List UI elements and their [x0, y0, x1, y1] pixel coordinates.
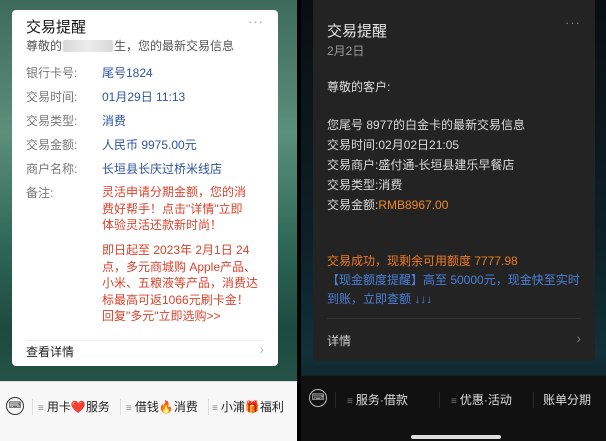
menu-label: 账单分期 [543, 393, 592, 407]
menu-label: 借钱 [134, 400, 159, 414]
bottom-menu-bar: ⌨ ≡ 用卡❤️服务 ≡ 借钱🔥消费 ≡ 小浦🎁福利 [0, 381, 297, 441]
note-line: 即日起至 2023年 2月1日 24 [102, 243, 250, 257]
card-divider [26, 340, 264, 341]
field-value: 01月29日 11:13 [102, 90, 186, 104]
view-details-link[interactable]: 查看详情 [26, 343, 74, 360]
promo-link[interactable]: 【现金额度提醒】高至 50000元，现金快至实时到账，立即查额 ↓↓↓ [327, 271, 583, 309]
line-label: 交易金额: [327, 198, 379, 212]
menu-lines-icon: ≡ [212, 403, 218, 414]
field-label: 银行卡号: [26, 66, 78, 80]
bottom-menu-bar: ⌨ ≡ 服务·借款 ≡ 优惠·活动 账单分期 [301, 375, 606, 441]
field-note-label: 备注: [26, 184, 102, 201]
fire-icon: 🔥 [158, 400, 174, 414]
menu-service-loan[interactable]: ≡ 服务·借款 [347, 391, 408, 408]
gift-icon: 🎁 [244, 400, 260, 414]
menu-lines-icon: ≡ [126, 403, 132, 414]
note-line: 标最高可返1066元刷卡金！ [102, 292, 249, 307]
menu-separator [208, 399, 209, 415]
line-value: 消费 [378, 178, 403, 192]
transaction-alert-card[interactable]: 交易提醒 ··· 尊敬的 生，您的最新交易信息 银行卡号: 尾号1824 交易时间:… [12, 10, 278, 366]
menu-label: 优惠·活动 [459, 393, 512, 407]
line-value: 盛付通-长垣县建乐早餐店 [378, 158, 515, 172]
menu-separator [439, 392, 440, 408]
keyboard-icon[interactable]: ⌨ [309, 389, 327, 407]
menu-lines-icon: ≡ [347, 396, 353, 407]
menu-separator [32, 399, 33, 415]
line-type: 交易类型:消费 [327, 176, 402, 193]
note-line: 点，多元商城购 Apple产品、 [102, 259, 257, 274]
menu-label-suffix: 服务 [85, 400, 110, 414]
menu-label-suffix: 消费 [173, 400, 198, 414]
line-label: 交易商户: [327, 158, 379, 172]
field-label: 交易类型: [26, 114, 78, 128]
card-divider [327, 318, 581, 319]
field-amount: 交易金额: 人民币 9975.00元 [26, 136, 197, 153]
greeting: 尊敬的 生，您的最新交易信息 [26, 37, 234, 54]
note-paragraph-2[interactable]: 即日起至 2023年 2月1日 24 点，多元商城购 Apple产品、 小米、五… [102, 242, 272, 325]
card-title: 交易提醒 [327, 23, 388, 40]
line-label: 交易类型: [327, 178, 379, 192]
field-card-number: 银行卡号: 尾号1824 [26, 64, 153, 81]
left-chat-screen: 交易提醒 ··· 尊敬的 生，您的最新交易信息 银行卡号: 尾号1824 交易时间:… [0, 0, 297, 441]
success-status: 交易成功，现剩余可用额度 7777.98 [327, 254, 518, 268]
field-value: 人民币 9975.00元 [102, 138, 197, 152]
field-label: 交易金额: [26, 138, 78, 152]
chevron-right-icon[interactable]: › [259, 341, 264, 357]
home-indicator [411, 435, 501, 439]
heart-icon: ❤️ [70, 400, 86, 414]
menu-lines-icon: ≡ [38, 403, 44, 414]
menu-label: 用卡 [46, 400, 71, 414]
chevron-right-icon[interactable]: › [576, 330, 581, 346]
field-type: 交易类型: 消费 [26, 112, 126, 129]
more-options-icon[interactable]: ··· [565, 15, 581, 30]
field-time: 交易时间: 01月29日 11:13 [26, 88, 185, 105]
field-value: 消费 [102, 114, 127, 128]
amount-value: RMB8967.00 [378, 198, 449, 212]
redacted-name [63, 40, 114, 52]
keyboard-icon[interactable]: ⌨ [6, 397, 24, 415]
details-link[interactable]: 详情 [327, 332, 351, 349]
note-line: 费好帮手！点击"详情"立即 [102, 201, 243, 216]
menu-label-suffix: 福利 [259, 400, 284, 414]
menu-offers-activities[interactable]: ≡ 优惠·活动 [451, 391, 512, 408]
card-date: 2月2日 [327, 44, 365, 58]
intro-text: 您尾号 8977的白金卡的最新交易信息 [327, 118, 526, 132]
field-value: 尾号1824 [102, 66, 153, 80]
note-label: 备注: [26, 186, 54, 200]
line-time: 交易时间:02月02日21:05 [327, 136, 459, 153]
note-line: 灵活申请分期金额，您的消 [102, 185, 247, 199]
field-label: 交易时间: [26, 90, 78, 104]
menu-xiaopu-benefits[interactable]: ≡ 小浦🎁福利 [212, 398, 284, 415]
note-line: 小米、五粮液等产品，消费达 [102, 276, 259, 290]
field-value: 长垣县长庆过桥米线店 [102, 162, 223, 176]
menu-separator [533, 392, 534, 408]
menu-separator [335, 392, 336, 408]
transaction-alert-card-dark[interactable]: 交易提醒 2月2日 ··· 尊敬的客户: 您尾号 8977的白金卡的最新交易信息… [313, 0, 595, 361]
right-chat-screen: 交易提醒 2月2日 ··· 尊敬的客户: 您尾号 8977的白金卡的最新交易信息… [301, 0, 606, 441]
menu-label: 小浦 [220, 400, 245, 414]
menu-borrow[interactable]: ≡ 借钱🔥消费 [126, 398, 198, 415]
menu-separator [120, 399, 121, 415]
note-line: 回复"多元"立即选购>> [102, 309, 221, 323]
field-merchant: 商户名称: 长垣县长庆过桥米线店 [26, 160, 222, 177]
note-paragraph-1[interactable]: 灵活申请分期金额，您的消 费好帮手！点击"详情"立即 体验灵活还款新时尚！ [102, 184, 272, 234]
line-value: 02月02日21:05 [378, 138, 460, 152]
menu-lines-icon: ≡ [451, 396, 457, 407]
line-label: 交易时间: [327, 138, 379, 152]
menu-label: 服务·借款 [355, 393, 408, 407]
greeting: 尊敬的客户: [327, 80, 391, 94]
menu-card-service[interactable]: ≡ 用卡❤️服务 [38, 398, 110, 415]
menu-bill-installment[interactable]: 账单分期 [543, 391, 591, 408]
line-amount: 交易金额:RMB8967.00 [327, 196, 448, 213]
greeting-prefix: 尊敬的 [26, 39, 63, 53]
greeting-suffix: 生，您的最新交易信息 [114, 39, 235, 53]
card-title: 交易提醒 [26, 19, 87, 36]
field-label: 商户名称: [26, 162, 78, 176]
note-line: 体验灵活还款新时尚！ [102, 218, 223, 232]
more-options-icon[interactable]: ··· [248, 14, 264, 29]
line-merchant: 交易商户:盛付通-长垣县建乐早餐店 [327, 156, 514, 173]
